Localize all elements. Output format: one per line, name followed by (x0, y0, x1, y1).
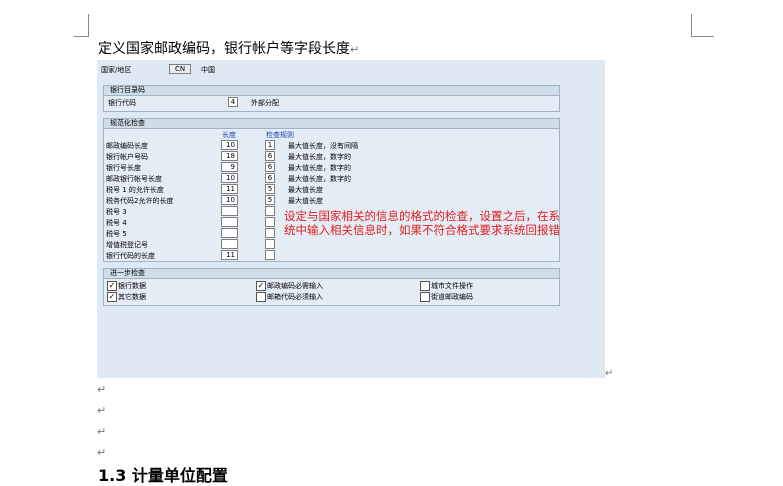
further-check-group: 进一步检查 ✓ 银行数据 ✓ 其它数据 ✓ 邮政编码必需输入 邮箱代码必须输入 … (103, 268, 560, 306)
page-corner-mark-right (691, 14, 714, 37)
bank-code-field[interactable]: 4 (228, 97, 238, 107)
length-field[interactable]: 18 (221, 151, 238, 161)
length-field[interactable] (221, 239, 238, 249)
rule-desc: 最大值长度，没有间隔 (288, 142, 358, 150)
bank-code-desc: 外部分配 (251, 99, 279, 107)
country-code-field[interactable]: CN (169, 64, 191, 74)
rule-field[interactable]: 6 (265, 162, 275, 172)
rule-field[interactable]: 6 (265, 151, 275, 161)
rule-field[interactable]: 5 (265, 195, 275, 205)
bank-code-label: 银行代码 (108, 99, 136, 107)
row-label: 税号 5 (106, 230, 127, 238)
paragraph-mark: ↵ (97, 383, 107, 396)
rule-field[interactable]: 6 (265, 173, 275, 183)
po-box-code-required-checkbox[interactable] (256, 292, 266, 302)
rule-field[interactable]: 5 (265, 184, 275, 194)
row-label: 银行帐户号码 (106, 153, 148, 161)
document-title-text: 定义国家邮政编码，银行帐户等字段长度 (98, 41, 350, 57)
checkmark-icon: ✓ (257, 281, 265, 290)
format-check-group: 规范化检查 长度 检查规则 邮政编码长度 10 1 最大值长度，没有间隔 银行帐… (103, 118, 560, 262)
paragraph-mark: ↵ (97, 446, 107, 459)
paragraph-mark: ↵ (350, 43, 360, 56)
further-check-title: 进一步检查 (104, 269, 559, 279)
row-label: 税务代码2允许的长度 (106, 197, 174, 205)
sap-screenshot: 国家/地区 CN 中国 银行目录码 银行代码 4 外部分配 规范化检查 长度 检… (97, 60, 605, 378)
format-check-title: 规范化检查 (104, 119, 559, 129)
checkbox-label: 城市文件操作 (431, 282, 473, 290)
bank-data-checkbox[interactable]: ✓ (107, 281, 117, 291)
row-label: 税号 1 的允许长度 (106, 186, 164, 194)
rule-desc: 最大值长度，数字的 (288, 153, 351, 161)
checkmark-icon: ✓ (108, 292, 116, 301)
row-label: 银行代码的长度 (106, 252, 155, 260)
street-postal-code-checkbox[interactable] (420, 292, 430, 302)
length-field[interactable] (221, 228, 238, 238)
row-label: 税号 4 (106, 219, 127, 227)
rule-field[interactable]: 1 (265, 140, 275, 150)
checkbox-label: 街道邮政编码 (431, 293, 473, 301)
checkbox-label: 其它数据 (118, 293, 146, 301)
other-data-checkbox[interactable]: ✓ (107, 292, 117, 302)
checkbox-label: 邮政编码必需输入 (267, 282, 323, 290)
bank-directory-title: 银行目录码 (104, 86, 559, 96)
length-field[interactable]: 11 (221, 250, 238, 260)
rule-desc: 最大值长度 (288, 197, 323, 205)
rule-desc: 最大值长度，数字的 (288, 175, 351, 183)
rule-desc: 最大值长度 (288, 186, 323, 194)
paragraph-mark: ↵ (97, 425, 107, 438)
length-field[interactable]: 9 (221, 162, 238, 172)
row-label: 银行号长度 (106, 164, 141, 172)
row-label: 增值税登记号 (106, 241, 148, 249)
rule-field[interactable] (265, 206, 275, 216)
length-field[interactable]: 11 (221, 184, 238, 194)
red-annotation-note: 设定与国家相关的信息的格式的检查，设置之后，在系统中输入相关信息时，如果不符合格… (284, 209, 560, 237)
rule-column-header: 检查规则 (266, 131, 294, 139)
document-title: 定义国家邮政编码，银行帐户等字段长度↵ (98, 38, 359, 58)
country-name: 中国 (201, 66, 215, 74)
length-field[interactable]: 10 (221, 195, 238, 205)
rule-desc: 最大值长度，数字的 (288, 164, 351, 172)
length-field[interactable] (221, 217, 238, 227)
length-field[interactable] (221, 206, 238, 216)
length-column-header: 长度 (222, 131, 236, 139)
rule-field[interactable] (265, 228, 275, 238)
rule-field[interactable] (265, 217, 275, 227)
page-corner-mark-left (74, 14, 89, 37)
city-file-operation-checkbox[interactable] (420, 281, 430, 291)
rule-field[interactable] (265, 239, 275, 249)
section-heading: 1.3 计量单位配置 (98, 466, 228, 485)
row-label: 税号 3 (106, 208, 127, 216)
checkmark-icon: ✓ (108, 281, 116, 290)
rule-field[interactable] (265, 250, 275, 260)
row-label: 邮政编码长度 (106, 142, 148, 150)
length-field[interactable]: 10 (221, 173, 238, 183)
row-label: 邮政银行帐号长度 (106, 175, 162, 183)
length-field[interactable]: 10 (221, 140, 238, 150)
checkbox-label: 银行数据 (118, 282, 146, 290)
checkbox-label: 邮箱代码必须输入 (267, 293, 323, 301)
paragraph-mark: ↵ (605, 368, 614, 379)
bank-directory-group: 银行目录码 银行代码 4 外部分配 (103, 85, 560, 112)
paragraph-mark: ↵ (97, 404, 107, 417)
postal-code-required-checkbox[interactable]: ✓ (256, 281, 266, 291)
country-label: 国家/地区 (101, 66, 132, 74)
